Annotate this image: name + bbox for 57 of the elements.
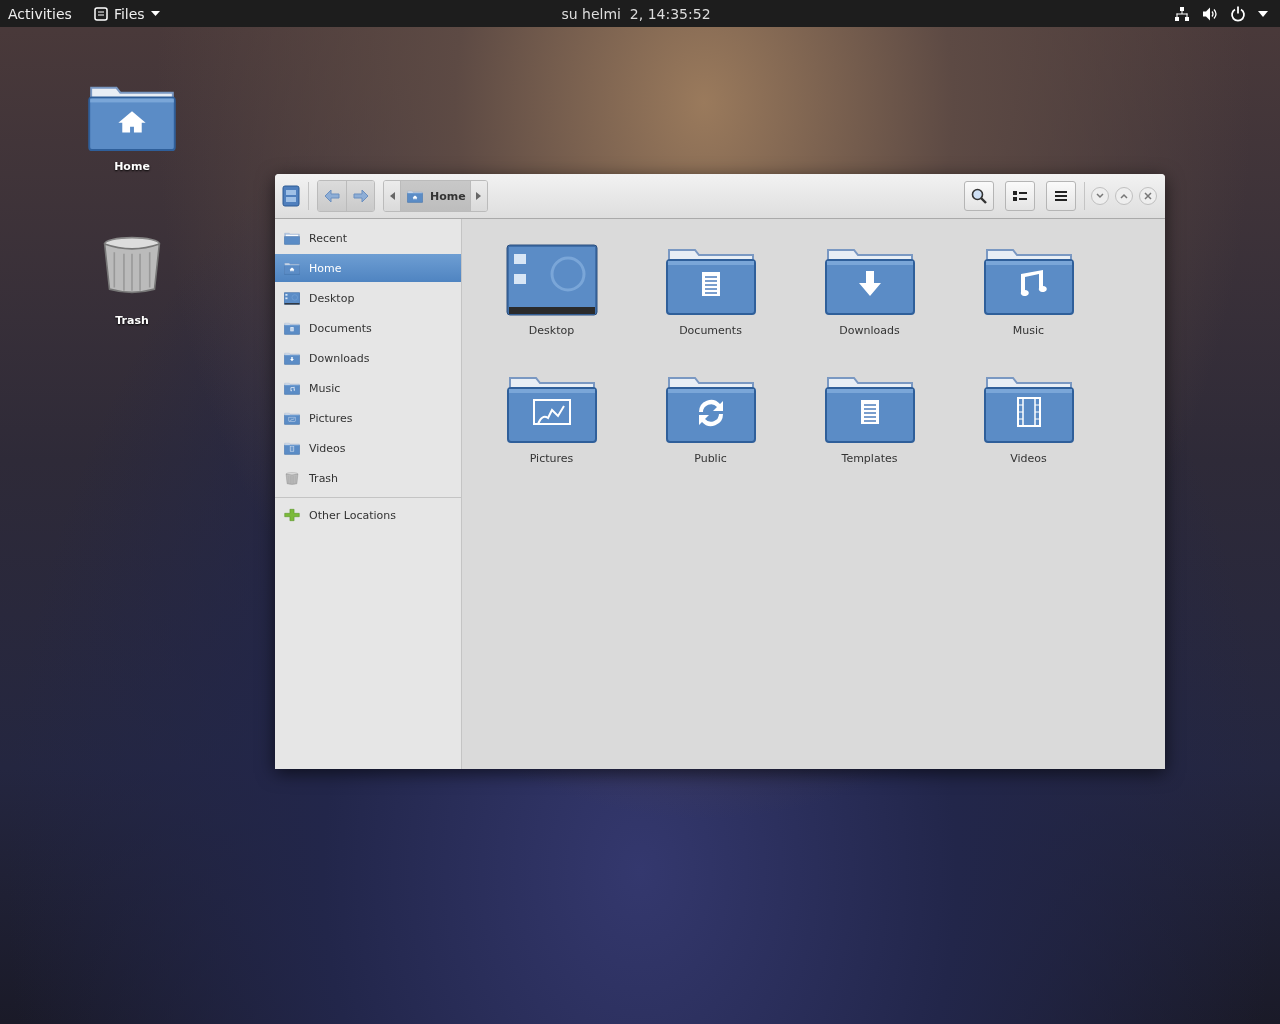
app-icon: [93, 6, 108, 21]
sidebar-item[interactable]: Desktop: [275, 283, 461, 313]
plus-icon: [284, 507, 300, 523]
caret-icon: [389, 192, 395, 200]
folder-icon: [284, 261, 300, 275]
forward-arrow-icon: [352, 189, 369, 203]
file-label[interactable]: Desktop: [528, 324, 575, 337]
chevron-down-icon: [1096, 193, 1104, 199]
close-button[interactable]: [1139, 187, 1157, 205]
close-icon: [1144, 192, 1152, 200]
folder-icon: [284, 291, 300, 305]
search-icon: [971, 188, 987, 204]
chevron-up-icon: [1120, 193, 1128, 199]
folder-icon: [284, 351, 300, 365]
folder-icon: [284, 231, 300, 245]
folder-icon: [284, 411, 300, 425]
path-left-button[interactable]: [384, 181, 400, 211]
file-label[interactable]: Documents: [679, 324, 742, 337]
file-label[interactable]: Pictures: [529, 452, 574, 465]
cabinet-icon[interactable]: [282, 185, 300, 207]
search-button[interactable]: [964, 181, 994, 211]
folder-icon: [284, 381, 300, 395]
sidebar-item[interactable]: Recent: [275, 223, 461, 253]
sidebar-item[interactable]: Pictures: [275, 403, 461, 433]
desktop-icon-label[interactable]: Home: [114, 160, 150, 173]
file-label[interactable]: Downloads: [839, 324, 900, 337]
clock[interactable]: su helmi 2, 14:35:52: [557, 5, 715, 22]
trash-can-icon: [284, 471, 300, 485]
caret-icon: [150, 11, 160, 16]
file-label[interactable]: Music: [1012, 324, 1045, 337]
file-label[interactable]: Templates: [841, 452, 898, 465]
sidebar-item[interactable]: Videos: [275, 433, 461, 463]
caret-icon[interactable]: [1258, 10, 1268, 17]
menu-icon: [1055, 190, 1067, 202]
folder-icon: [407, 189, 423, 203]
list-icon: [1013, 190, 1027, 202]
back-arrow-icon: [324, 189, 340, 203]
sidebar-item[interactable]: Trash: [275, 463, 461, 493]
activities-button[interactable]: Activities: [4, 5, 76, 22]
file-label[interactable]: Public: [694, 452, 727, 465]
folder-icon: [284, 321, 300, 335]
home-path-button[interactable]: Home: [400, 181, 471, 211]
file-label[interactable]: Videos: [1010, 452, 1047, 465]
network-icon[interactable]: [1174, 5, 1190, 22]
sidebar-item[interactable]: Documents: [275, 313, 461, 343]
desktop-folder-icon[interactable]: [505, 244, 598, 316]
caret-icon: [476, 192, 482, 200]
desktop-icon-label[interactable]: Trash: [115, 314, 149, 327]
view-list-button[interactable]: [1005, 181, 1035, 211]
volume-icon[interactable]: [1202, 5, 1218, 22]
sidebar-item[interactable]: Downloads: [275, 343, 461, 373]
power-icon[interactable]: [1230, 5, 1246, 22]
folder-icon: [284, 441, 300, 455]
menu-button[interactable]: [1046, 181, 1076, 211]
sidebar-item[interactable]: Music: [275, 373, 461, 403]
sidebar-item[interactable]: Other Locations: [275, 500, 461, 530]
app-menu[interactable]: Files: [89, 5, 164, 22]
